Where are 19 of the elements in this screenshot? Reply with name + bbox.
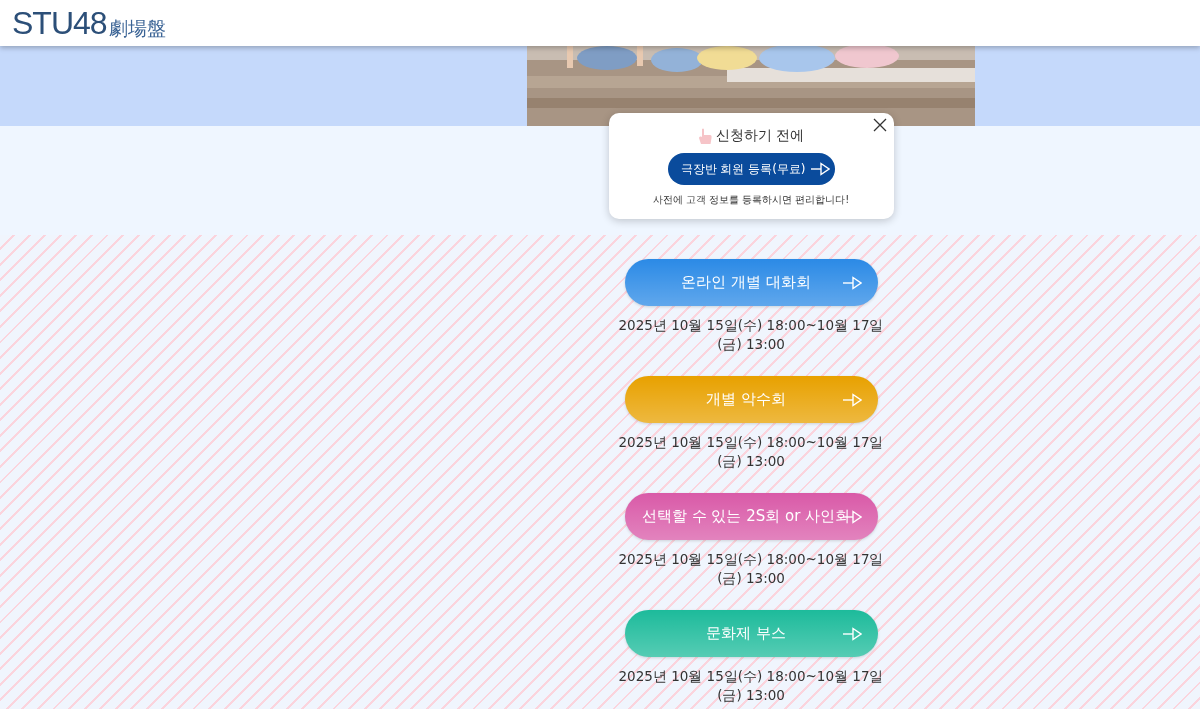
close-icon[interactable]: [872, 118, 887, 132]
popup-title: 신청하기 전에: [715, 127, 805, 145]
event-period: 2025년 10월 15일(수) 18:00~10월 17일(금) 13:00: [617, 550, 885, 588]
event-button[interactable]: 온라인 개별 대화회: [624, 259, 878, 306]
event-button[interactable]: 개별 악수회: [624, 376, 878, 423]
event-button[interactable]: 선택할 수 있는 2S회 or 사인회: [624, 493, 878, 540]
arrow-icon: [809, 162, 830, 176]
popup-note: 사전에 고객 정보를 등록하시면 편리합니다!: [652, 193, 850, 207]
arrow-icon: [841, 627, 862, 641]
logo-text: STU48: [12, 7, 107, 39]
hand-icon: [697, 128, 712, 144]
arrow-icon: [841, 393, 862, 407]
arrow-icon: [841, 276, 862, 290]
event-period: 2025년 10월 15일(수) 18:00~10월 17일(금) 13:00: [617, 316, 885, 354]
event-period: 2025년 10월 15일(수) 18:00~10월 17일(금) 13:00: [617, 433, 885, 471]
register-button[interactable]: 극장반 회원 등록(무료): [667, 153, 835, 185]
event-button[interactable]: 문화제 부스: [624, 610, 878, 657]
logo-subtitle: 劇場盤: [108, 17, 166, 39]
event-period: 2025년 10월 15일(수) 18:00~10월 17일(금) 13:00: [617, 667, 885, 705]
